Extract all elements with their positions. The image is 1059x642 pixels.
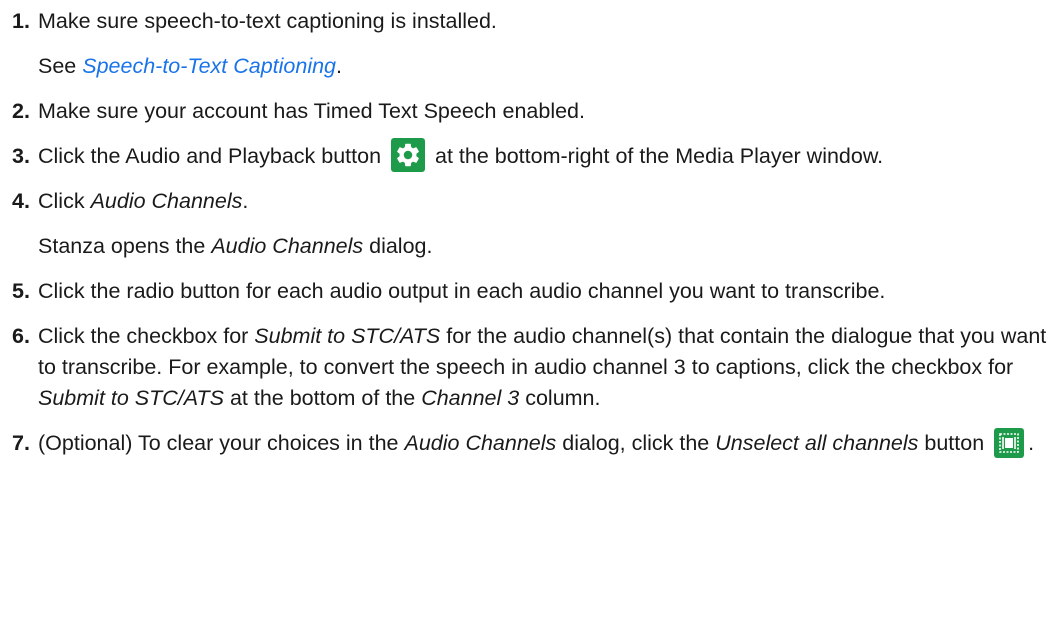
step-text-part: . [242, 189, 249, 214]
step-number: 5. [12, 279, 30, 304]
audio-channels-term: Audio Channels [404, 431, 557, 456]
step-text-part: dialog, click the [556, 431, 716, 456]
step-text-part: (Optional) To clear your choices in the [38, 431, 405, 456]
step-6: 6. Click the checkbox for Submit to STC/… [12, 321, 1047, 414]
submit-to-stc-ats-term: Submit to STC/ATS [254, 324, 441, 349]
step-text-part: dialog. [363, 234, 433, 259]
gear-icon [391, 138, 426, 173]
step-number: 7. [12, 431, 30, 456]
step-text-part: Stanza opens the [38, 234, 212, 259]
step-number: 4. [12, 189, 30, 214]
step-4: 4. Click Audio Channels. Stanza opens th… [12, 186, 1047, 262]
step-text: Click the radio button for each audio ou… [38, 279, 886, 304]
step-1: 1. Make sure speech-to-text captioning i… [12, 6, 1047, 82]
step-text: Make sure your account has Timed Text Sp… [38, 99, 585, 123]
step-text: Click the checkbox for Submit to STC/ATS… [38, 321, 1047, 414]
channel-3-term: Channel 3 [421, 386, 520, 411]
step-text-part: at the bottom-right of the Media Player … [435, 144, 884, 168]
step-3: 3. Click the Audio and Playback button a… [12, 138, 1047, 173]
step-text-part: at the bottom of the [223, 386, 422, 411]
step-text: Click Audio Channels. [38, 186, 1047, 217]
step-text-part: Click the checkbox for [38, 324, 255, 349]
step-text-part: button [918, 431, 985, 456]
see-prefix: See [38, 54, 83, 78]
step-text-part: . [1028, 431, 1035, 456]
step-text-part: column. [519, 386, 601, 411]
step-2: 2. Make sure your account has Timed Text… [12, 96, 1047, 127]
step-5: 5. Click the radio button for each audio… [12, 276, 1047, 307]
unselect-channels-icon [994, 427, 1025, 458]
step-number: 3. [12, 144, 30, 168]
speech-to-text-captioning-link[interactable]: Speech-to-Text Captioning [82, 54, 336, 78]
document: 1. Make sure speech-to-text captioning i… [0, 0, 1059, 642]
step-text-part: Click the Audio and Playback button [38, 144, 382, 168]
period: . [336, 54, 342, 78]
step-7: 7. (Optional) To clear your choices in t… [12, 427, 1047, 459]
step-number: 2. [12, 99, 30, 123]
audio-channels-term: Audio Channels [211, 234, 364, 259]
step-number: 1. [12, 9, 30, 33]
step-text: Click the Audio and Playback button at t… [38, 138, 1047, 173]
step-text: (Optional) To clear your choices in the … [38, 427, 1047, 459]
submit-to-stc-ats-term: Submit to STC/ATS [38, 386, 224, 411]
unselect-all-channels-term: Unselect all channels [715, 431, 919, 456]
step-subtext: See Speech-to-Text Captioning. [38, 51, 1047, 82]
step-text: Make sure speech-to-text captioning is i… [38, 9, 497, 33]
step-text-part: Click [38, 189, 91, 214]
step-number: 6. [12, 324, 30, 349]
audio-channels-term: Audio Channels [90, 189, 243, 214]
step-subtext: Stanza opens the Audio Channels dialog. [38, 231, 1047, 262]
